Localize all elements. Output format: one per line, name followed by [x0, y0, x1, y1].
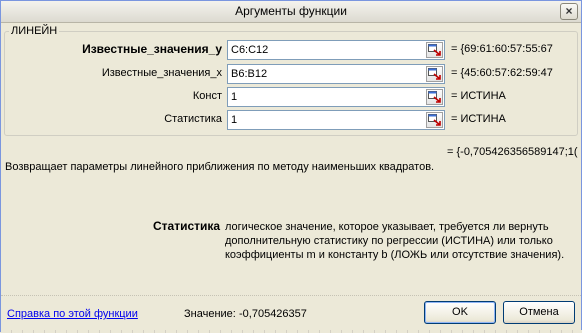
footer-divider: [1, 295, 582, 296]
argument-help: Статистика логическое значение, которое …: [1, 219, 582, 279]
arg-label: Конст: [192, 90, 222, 102]
arg-label: Известные_значения_x: [101, 67, 222, 79]
arg-value: C6:C12: [231, 44, 269, 56]
arg-label: Известные_значения_y: [82, 42, 222, 56]
cancel-button[interactable]: Отмена: [503, 301, 575, 324]
arg-result: = {69:61:60:57:55:67: [451, 43, 553, 55]
dialog-title: Аргументы функции: [235, 4, 347, 18]
arg-row-const: Конст 1 = ИСТИНА: [5, 87, 577, 107]
const-input[interactable]: 1: [227, 87, 445, 107]
collapse-dialog-icon: [428, 44, 441, 56]
function-description: Возвращает параметры линейного приближен…: [5, 161, 435, 173]
known-x-input[interactable]: B6:B12: [227, 64, 445, 84]
argument-help-name: Статистика: [153, 219, 221, 233]
arg-result: = ИСТИНА: [451, 90, 506, 102]
title-bar[interactable]: Аргументы функции ×: [1, 1, 581, 23]
arg-value: 1: [231, 91, 238, 103]
function-arguments-dialog: Аргументы функции × ЛИНЕЙН Известные_зна…: [0, 0, 582, 333]
arg-row-stats: Статистика 1 = ИСТИНА: [5, 110, 577, 130]
arg-result: = ИСТИНА: [451, 113, 506, 125]
known-y-input[interactable]: C6:C12: [227, 40, 445, 60]
collapse-dialog-icon: [428, 91, 441, 103]
ok-button[interactable]: OK: [424, 301, 496, 324]
arg-result: = {45:60:57:62:59:47: [451, 67, 553, 79]
function-help-link[interactable]: Справка по этой функции: [7, 308, 138, 320]
close-icon: ×: [565, 4, 573, 18]
collapse-dialog-button[interactable]: [426, 42, 443, 58]
arg-value: 1: [231, 114, 238, 126]
arg-row-known-y: Известные_значения_y C6:C12 = {69:61:60:…: [5, 40, 577, 60]
collapse-dialog-button[interactable]: [426, 89, 443, 105]
collapse-dialog-button[interactable]: [426, 112, 443, 128]
formula-result: = {-0,705426356589147;1(: [447, 146, 578, 158]
argument-help-text: логическое значение, которое указывает, …: [225, 221, 565, 261]
collapse-dialog-icon: [428, 68, 441, 80]
arg-row-known-x: Известные_значения_x B6:B12 = {45:60:57:…: [5, 64, 577, 84]
close-button[interactable]: ×: [560, 3, 578, 20]
value-label: Значение:: [184, 308, 236, 320]
function-name: ЛИНЕЙН: [9, 25, 60, 37]
arg-label: Статистика: [164, 113, 222, 125]
stats-input[interactable]: 1: [227, 110, 445, 130]
function-args-group: ЛИНЕЙН Известные_значения_y C6:C12 = {69…: [4, 25, 578, 136]
collapse-dialog-icon: [428, 114, 441, 126]
collapse-dialog-button[interactable]: [426, 66, 443, 82]
value-result: -0,705426357: [239, 308, 307, 320]
arg-value: B6:B12: [231, 68, 268, 80]
